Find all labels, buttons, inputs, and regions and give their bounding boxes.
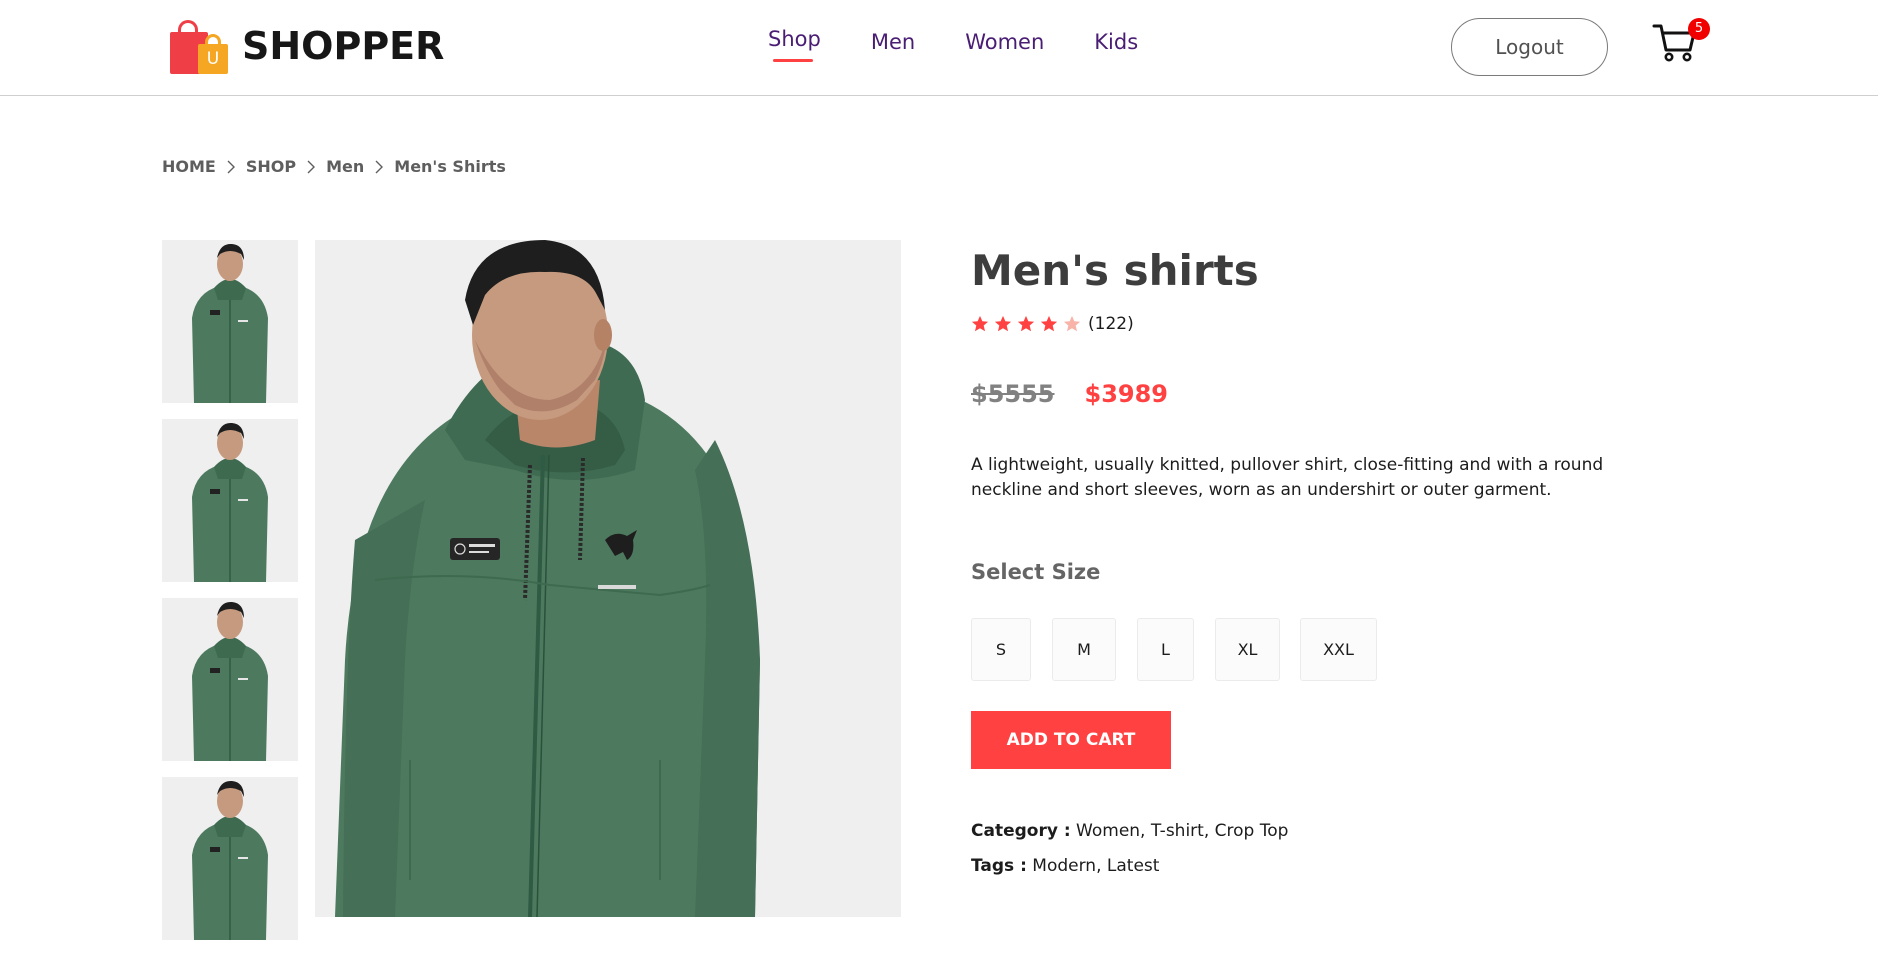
tags-line: Tags : Modern, Latest — [971, 856, 1159, 876]
thumbnail-list — [162, 240, 298, 956]
tags-label: Tags : — [971, 856, 1027, 876]
breadcrumb-item-men[interactable]: Men — [326, 157, 364, 176]
nav-item-label: Women — [965, 30, 1045, 54]
breadcrumb-item-shop[interactable]: SHOP — [246, 157, 296, 176]
size-option-xl[interactable]: XL — [1215, 618, 1280, 681]
shopping-bags-logo-icon: U — [168, 16, 232, 76]
nav-item-shop[interactable]: Shop — [768, 27, 821, 62]
size-option-xxl[interactable]: XXL — [1300, 618, 1377, 681]
nav-item-women[interactable]: Women — [965, 30, 1044, 54]
star-filled-icon — [1017, 315, 1035, 332]
product-title: Men's shirts — [971, 246, 1259, 295]
product-description: A lightweight, usually knitted, pullover… — [971, 455, 1604, 500]
product-rating: (122) — [971, 314, 1134, 334]
nav-item-label: Men — [870, 30, 916, 54]
size-option-m[interactable]: M — [1052, 618, 1116, 681]
size-option-l[interactable]: L — [1137, 618, 1194, 681]
price-block: $5555 $3989 — [971, 380, 1168, 408]
product-thumbnail[interactable] — [162, 240, 298, 403]
product-thumbnail[interactable] — [162, 598, 298, 761]
logo-text: SHOPPER — [242, 24, 445, 68]
nav-item-label: Shop — [768, 27, 821, 51]
chevron-right-icon — [227, 160, 235, 173]
category-line: Category : Women, T-shirt, Crop Top — [971, 821, 1288, 841]
new-price: $3989 — [1084, 380, 1169, 408]
product-thumbnail[interactable] — [162, 777, 298, 940]
size-options: S M L XL XXL — [971, 618, 1377, 681]
size-option-s[interactable]: S — [971, 618, 1031, 681]
add-to-cart-button[interactable]: ADD TO CART — [971, 711, 1171, 769]
chevron-right-icon — [307, 160, 316, 173]
nav-item-men[interactable]: Men — [871, 30, 915, 54]
tags-value: Modern, Latest — [1032, 856, 1160, 876]
product-thumbnail[interactable] — [162, 419, 298, 582]
category-value: Women, T-shirt, Crop Top — [1076, 821, 1289, 841]
product-main-image — [315, 240, 901, 917]
select-size-title: Select Size — [971, 560, 1101, 584]
nav-item-kids[interactable]: Kids — [1094, 30, 1138, 54]
breadcrumb: HOME SHOP Men Men's Shirts — [162, 157, 506, 176]
category-label: Category : — [971, 821, 1071, 841]
logout-button[interactable]: Logout — [1451, 18, 1608, 76]
active-underline — [773, 59, 813, 62]
cart-button[interactable]: 5 — [1652, 18, 1710, 66]
logo[interactable]: U SHOPPER — [168, 16, 444, 76]
star-filled-icon — [971, 315, 989, 332]
nav-item-label: Kids — [1094, 30, 1139, 54]
review-count: (122) — [1088, 314, 1134, 334]
star-empty-icon — [1063, 315, 1081, 332]
old-price: $5555 — [971, 380, 1055, 408]
star-filled-icon — [994, 315, 1012, 332]
breadcrumb-item-home[interactable]: HOME — [162, 157, 216, 176]
breadcrumb-item-mens-shirts: Men's Shirts — [394, 157, 506, 176]
star-filled-icon — [1040, 315, 1058, 332]
cart-count-badge: 5 — [1688, 18, 1710, 40]
navbar: U SHOPPER Shop Men Women Kids Logout 5 — [0, 0, 1878, 96]
chevron-right-icon — [375, 160, 384, 173]
nav-menu: Shop Men Women Kids — [768, 27, 1138, 62]
